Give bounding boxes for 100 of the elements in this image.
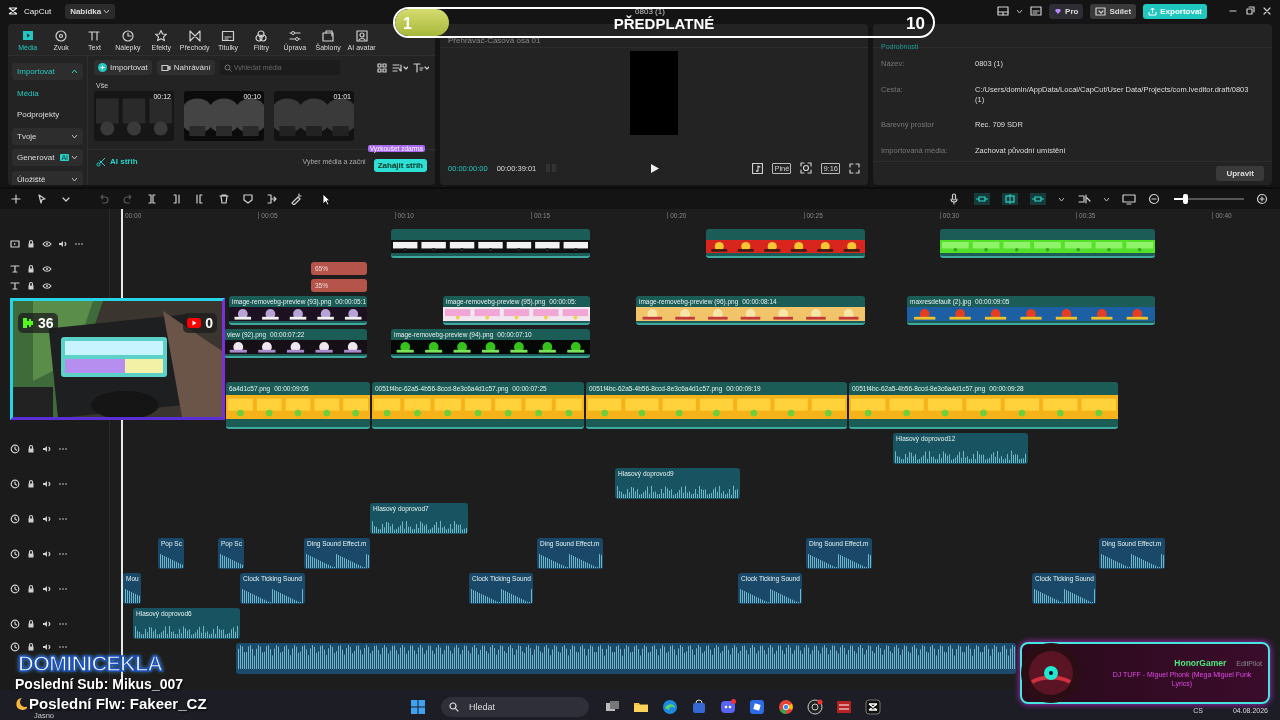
grid-view-icon[interactable] xyxy=(377,62,387,73)
caret-icon xyxy=(1016,8,1024,14)
mixer-icon[interactable] xyxy=(836,699,852,715)
subtitle-layout-icon[interactable] xyxy=(1030,6,1043,16)
share-button[interactable]: Sdílet xyxy=(1090,3,1137,19)
template-icon xyxy=(321,28,336,43)
audio-clock-icon[interactable] xyxy=(10,583,20,594)
lock-icon[interactable] xyxy=(26,478,36,489)
lock-icon[interactable] xyxy=(26,548,36,559)
lock-icon[interactable] xyxy=(26,280,36,291)
fullscreen-icon[interactable] xyxy=(849,162,860,174)
link-icon[interactable] xyxy=(974,193,990,205)
k-logo-icon xyxy=(22,317,34,329)
capcut-icon[interactable] xyxy=(865,699,881,715)
taskbar-search[interactable]: Hledat xyxy=(441,697,589,717)
upload-icon xyxy=(1148,6,1158,16)
screen-fit-icon[interactable] xyxy=(1122,193,1136,205)
pointer-icon[interactable] xyxy=(36,193,48,205)
redo-icon[interactable] xyxy=(122,193,134,205)
record-button[interactable]: Nahrávání xyxy=(156,60,215,75)
sliders-icon xyxy=(287,28,302,43)
shield-icon[interactable] xyxy=(242,193,254,205)
audio-clock-icon[interactable] xyxy=(10,478,20,489)
chain-icon[interactable] xyxy=(1030,193,1046,205)
start-cut-button[interactable]: Zahájit střih xyxy=(373,159,427,172)
menu-button[interactable]: Nabídka xyxy=(65,3,116,19)
search-icon xyxy=(223,64,232,72)
browser-icon[interactable] xyxy=(662,699,678,715)
youtube-count: 0 xyxy=(205,315,213,331)
audio-clock-icon[interactable] xyxy=(10,513,20,524)
caret-icon xyxy=(1058,196,1065,202)
sidebar-group[interactable]: Importovat xyxy=(12,63,83,80)
focus-icon[interactable] xyxy=(800,162,813,174)
restore-icon[interactable] xyxy=(1245,6,1255,16)
delete-icon[interactable] xyxy=(218,193,230,205)
ai-cut-button[interactable]: AI střih xyxy=(96,156,138,167)
lock-icon[interactable] xyxy=(26,618,36,629)
eye-icon[interactable] xyxy=(42,263,52,274)
sidebar-group[interactable]: Tvoje xyxy=(12,127,83,145)
close-icon[interactable] xyxy=(1262,6,1272,16)
windows-icon[interactable] xyxy=(410,699,426,715)
mouse-cursor-icon xyxy=(322,193,331,206)
extract-icon[interactable] xyxy=(266,193,278,205)
filter-icon[interactable] xyxy=(413,62,429,73)
audio-clock-icon[interactable] xyxy=(10,618,20,629)
capcut-logo-icon xyxy=(8,7,18,15)
chat-bubble-icon[interactable] xyxy=(720,699,736,715)
speaker-icon[interactable] xyxy=(42,642,52,652)
sidebar-group[interactable]: Úložiště xyxy=(12,170,83,185)
lock-icon[interactable] xyxy=(26,443,36,454)
caret-icon xyxy=(1103,196,1110,202)
lock-icon[interactable] xyxy=(26,513,36,524)
waveform xyxy=(219,552,243,568)
bowtie-icon xyxy=(187,28,202,43)
video-clip[interactable] xyxy=(706,229,865,258)
sort-icon[interactable] xyxy=(392,62,408,73)
preview-axis-icon[interactable] xyxy=(1077,193,1091,205)
avatar-icon xyxy=(354,28,369,43)
text-icon[interactable] xyxy=(10,280,20,291)
zoom-out-icon[interactable] xyxy=(1148,193,1162,205)
aperture-icon[interactable] xyxy=(807,699,823,715)
lock-icon[interactable] xyxy=(26,642,36,652)
zoom-in-icon[interactable] xyxy=(1256,193,1270,205)
sidebar-item[interactable]: Podprojekty xyxy=(12,106,83,123)
magnet-icon[interactable] xyxy=(1002,193,1018,205)
edit-button[interactable]: Upravit xyxy=(1216,166,1264,181)
requester-name: HonorGamer xyxy=(1174,658,1227,669)
add-icon[interactable] xyxy=(10,193,22,205)
undo-icon[interactable] xyxy=(98,193,110,205)
eye-icon[interactable] xyxy=(42,280,52,291)
cover-icon[interactable] xyxy=(10,238,20,249)
import-button[interactable]: Importovat xyxy=(94,60,152,75)
pro-button[interactable]: Pro xyxy=(1049,3,1084,19)
audio-clock-icon[interactable] xyxy=(10,443,20,454)
star-icon xyxy=(154,28,169,43)
lock-icon[interactable] xyxy=(26,263,36,274)
audio-clock-icon[interactable] xyxy=(10,548,20,559)
play-icon[interactable] xyxy=(649,162,660,174)
video-clip[interactable] xyxy=(940,229,1155,258)
chrome-icon[interactable] xyxy=(778,699,794,715)
slider-thumb[interactable] xyxy=(1182,194,1188,204)
play-box-icon xyxy=(20,28,35,43)
lock-icon[interactable] xyxy=(26,583,36,594)
waveform xyxy=(241,587,304,603)
magic-wand-icon[interactable] xyxy=(290,193,302,205)
project-title: 0803 (1) xyxy=(635,6,665,16)
store-icon[interactable] xyxy=(691,699,707,715)
layout-icon[interactable] xyxy=(997,6,1010,16)
audio-clock-icon[interactable] xyxy=(10,642,20,652)
tilted-square-icon[interactable] xyxy=(749,699,765,715)
search-icon xyxy=(449,702,459,712)
text-icon[interactable] xyxy=(10,263,20,274)
lock-icon[interactable] xyxy=(26,238,36,249)
music-note-icon[interactable] xyxy=(752,162,764,174)
split-icon[interactable] xyxy=(146,193,158,205)
eye-icon[interactable] xyxy=(42,238,52,249)
video-clip[interactable] xyxy=(391,229,590,258)
diamond-icon xyxy=(1054,7,1063,15)
sidebar-item[interactable]: Média xyxy=(12,84,83,102)
waveform xyxy=(807,552,871,568)
